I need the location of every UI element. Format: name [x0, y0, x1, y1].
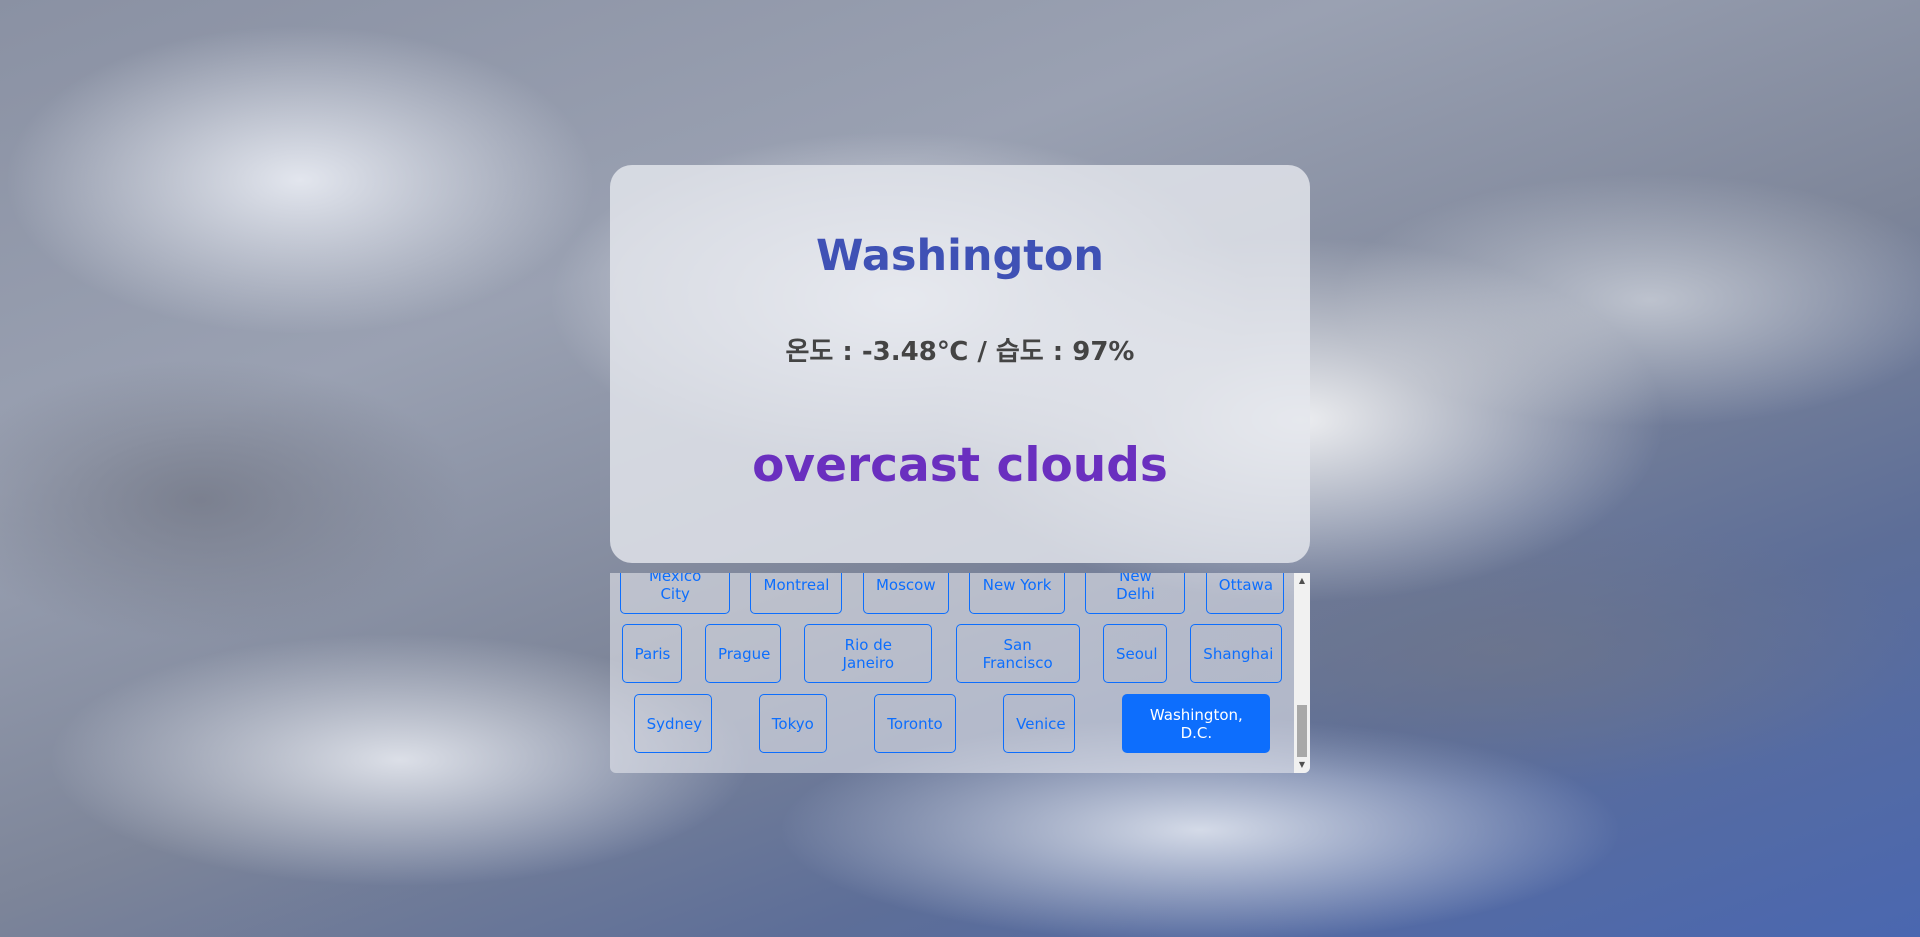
city-list-scrollbar[interactable]: ▲ ▼: [1294, 573, 1310, 773]
city-button-moscow[interactable]: Moscow: [862, 573, 949, 614]
city-button-seoul[interactable]: Seoul: [1102, 624, 1167, 683]
city-button-toronto[interactable]: Toronto: [873, 694, 956, 753]
weather-card: Washington 온도 : -3.48℃ / 습도 : 97% overca…: [610, 165, 1310, 563]
city-button-paris[interactable]: Paris: [621, 624, 682, 683]
city-button-shanghai[interactable]: Shanghai: [1190, 624, 1283, 683]
city-row: Sydney Tokyo Toronto Venice Washington, …: [610, 694, 1294, 753]
city-button-sydney[interactable]: Sydney: [633, 694, 712, 753]
city-button-ottawa[interactable]: Ottawa: [1205, 573, 1284, 614]
city-button-washington-dc[interactable]: Washington, D.C.: [1122, 694, 1271, 753]
city-button-san-francisco[interactable]: San Francisco: [955, 624, 1080, 683]
triangle-down-icon[interactable]: ▼: [1294, 757, 1310, 773]
city-button-rio-de-janeiro[interactable]: Rio de Janeiro: [804, 624, 933, 683]
city-list: Mexico City Montreal Moscow New York New…: [610, 573, 1294, 773]
city-button-mexico-city[interactable]: Mexico City: [620, 573, 731, 614]
city-button-venice[interactable]: Venice: [1003, 694, 1076, 753]
city-row: Paris Prague Rio de Janeiro San Francisc…: [610, 624, 1294, 683]
city-button-prague[interactable]: Prague: [704, 624, 781, 683]
city-button-tokyo[interactable]: Tokyo: [758, 694, 827, 753]
city-button-montreal[interactable]: Montreal: [750, 573, 843, 614]
city-button-new-delhi[interactable]: New Delhi: [1085, 573, 1186, 614]
city-list-panel[interactable]: Mexico City Montreal Moscow New York New…: [610, 573, 1310, 773]
temperature-humidity: 온도 : -3.48℃ / 습도 : 97%: [785, 337, 1135, 367]
weather-description: overcast clouds: [752, 438, 1168, 493]
scrollbar-thumb[interactable]: [1297, 705, 1307, 757]
triangle-up-icon[interactable]: ▲: [1294, 573, 1310, 589]
city-row: Mexico City Montreal Moscow New York New…: [610, 573, 1294, 614]
city-button-new-york[interactable]: New York: [969, 573, 1066, 614]
city-title: Washington: [816, 231, 1104, 281]
